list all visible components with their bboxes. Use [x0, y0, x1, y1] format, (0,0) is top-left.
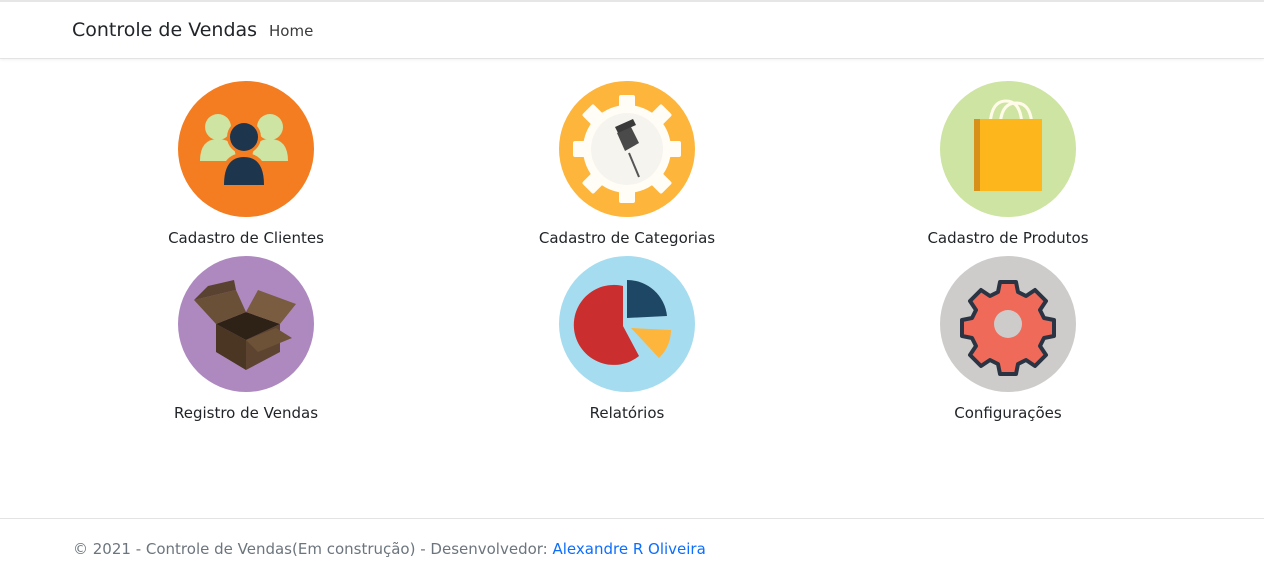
- tile-label: Cadastro de Categorias: [538, 229, 716, 247]
- top-navbar: Controle de Vendas Home: [0, 0, 1264, 59]
- tile-label: Cadastro de Clientes: [168, 229, 324, 247]
- pushpin-gear-icon: [559, 81, 695, 217]
- tile-label: Cadastro de Produtos: [927, 229, 1089, 247]
- tile-cadastro-clientes[interactable]: Cadastro de Clientes: [96, 81, 396, 247]
- tile-cadastro-produtos[interactable]: Cadastro de Produtos: [858, 81, 1158, 247]
- tile-cadastro-categorias[interactable]: Cadastro de Categorias: [477, 81, 777, 247]
- pie-chart-icon: [559, 256, 695, 392]
- developer-link[interactable]: Alexandre R Oliveira: [553, 540, 706, 558]
- shopping-bag-icon: [940, 81, 1076, 217]
- open-box-icon: [178, 256, 314, 392]
- tile-configuracoes[interactable]: Configurações: [858, 256, 1158, 422]
- tile-relatorios[interactable]: Relatórios: [477, 256, 777, 422]
- brand-link[interactable]: Controle de Vendas: [72, 19, 257, 41]
- users-icon: [178, 81, 314, 217]
- tile-label: Relatórios: [589, 404, 665, 422]
- tile-label: Registro de Vendas: [173, 404, 319, 422]
- footer-divider: [0, 518, 1264, 519]
- tile-label: Configurações: [954, 404, 1062, 422]
- gear-icon: [940, 256, 1076, 392]
- tile-registro-vendas[interactable]: Registro de Vendas: [96, 256, 396, 422]
- nav-home-link[interactable]: Home: [269, 22, 313, 40]
- footer: © 2021 - Controle de Vendas(Em construçã…: [73, 540, 706, 558]
- footer-text: © 2021 - Controle de Vendas(Em construçã…: [73, 540, 553, 558]
